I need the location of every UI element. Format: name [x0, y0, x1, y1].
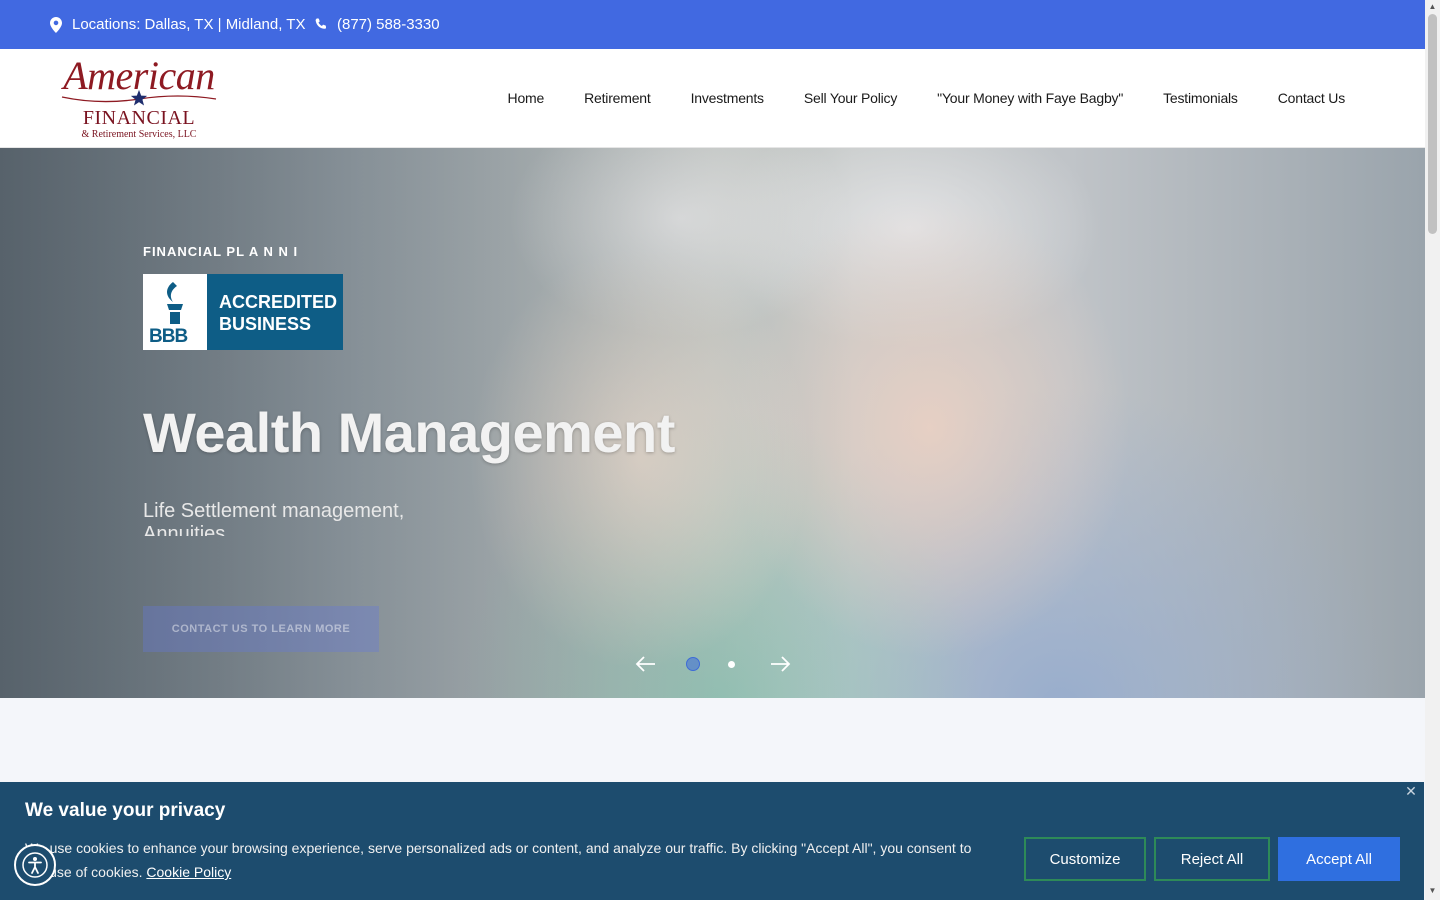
locations-text: Locations: Dallas, TX | Midland, TX	[72, 16, 306, 33]
bbb-mark: BBB	[149, 326, 188, 347]
star-icon	[130, 89, 148, 106]
site-header: American FINANCIAL & Retirement Services…	[0, 49, 1425, 148]
nav-testimonials[interactable]: Testimonials	[1163, 90, 1238, 106]
reject-all-button[interactable]: Reject All	[1154, 837, 1270, 881]
hero-eyebrow: FINANCIAL PL A N N I	[143, 244, 299, 259]
cookie-consent-banner: ✕ We value your privacy We use cookies t…	[0, 782, 1424, 900]
contact-cta-button[interactable]: CONTACT US TO LEARN MORE	[143, 606, 379, 652]
arrow-right-icon[interactable]	[768, 652, 792, 676]
accessibility-icon	[22, 852, 48, 878]
bbb-accredited-badge[interactable]: BBB ACCREDITED BUSINESS	[143, 274, 343, 350]
main-nav: Home Retirement Investments Sell Your Po…	[508, 49, 1346, 147]
phone-icon	[315, 18, 327, 29]
slider-dot-2[interactable]	[728, 661, 735, 668]
top-bar: Locations: Dallas, TX | Midland, TX (877…	[0, 0, 1425, 49]
phone-link[interactable]: (877) 588-3330	[314, 0, 440, 49]
scroll-down-icon[interactable]: ▼	[1428, 886, 1437, 895]
phone-text: (877) 588-3330	[337, 16, 440, 33]
nav-contact-us[interactable]: Contact Us	[1278, 90, 1345, 106]
accept-all-button[interactable]: Accept All	[1278, 837, 1400, 881]
accessibility-button[interactable]	[14, 844, 56, 886]
hero-headline: Wealth Management	[143, 401, 675, 464]
cookie-policy-link[interactable]: Cookie Policy	[146, 864, 231, 880]
logo-name: FINANCIAL	[82, 107, 196, 129]
bbb-logo: BBB	[143, 274, 207, 350]
locations-link[interactable]: Locations: Dallas, TX | Midland, TX	[50, 0, 305, 49]
hero-description: Life Settlement management, Annuities,	[143, 500, 405, 536]
cookie-title: We value your privacy	[25, 800, 226, 821]
close-icon[interactable]: ✕	[1404, 784, 1418, 798]
page-scrollbar[interactable]: ▲ ▼	[1425, 0, 1440, 900]
company-logo[interactable]: American FINANCIAL & Retirement Services…	[56, 55, 222, 143]
bbb-torch-icon	[167, 282, 183, 324]
nav-sell-your-policy[interactable]: Sell Your Policy	[804, 90, 898, 106]
scroll-up-icon[interactable]: ▲	[1428, 2, 1437, 11]
bbb-text: ACCREDITED BUSINESS	[207, 274, 343, 350]
scrollbar-thumb[interactable]	[1428, 14, 1437, 234]
arrow-left-icon[interactable]	[634, 652, 658, 676]
map-pin-icon	[50, 16, 62, 33]
logo-subtitle: & Retirement Services, LLC	[81, 129, 197, 140]
bbb-line2: BUSINESS	[219, 314, 312, 334]
nav-your-money[interactable]: "Your Money with Faye Bagby"	[937, 90, 1123, 106]
nav-home[interactable]: Home	[508, 90, 545, 106]
nav-retirement[interactable]: Retirement	[584, 90, 651, 106]
hero-slider: FINANCIAL PL A N N I BBB ACCREDITED BUSI…	[0, 148, 1425, 698]
bbb-line1: ACCREDITED	[219, 292, 338, 312]
customize-button[interactable]: Customize	[1024, 837, 1146, 881]
nav-investments[interactable]: Investments	[691, 90, 764, 106]
cookie-text: We use cookies to enhance your browsing …	[25, 836, 985, 884]
slider-dot-1[interactable]	[686, 657, 700, 671]
